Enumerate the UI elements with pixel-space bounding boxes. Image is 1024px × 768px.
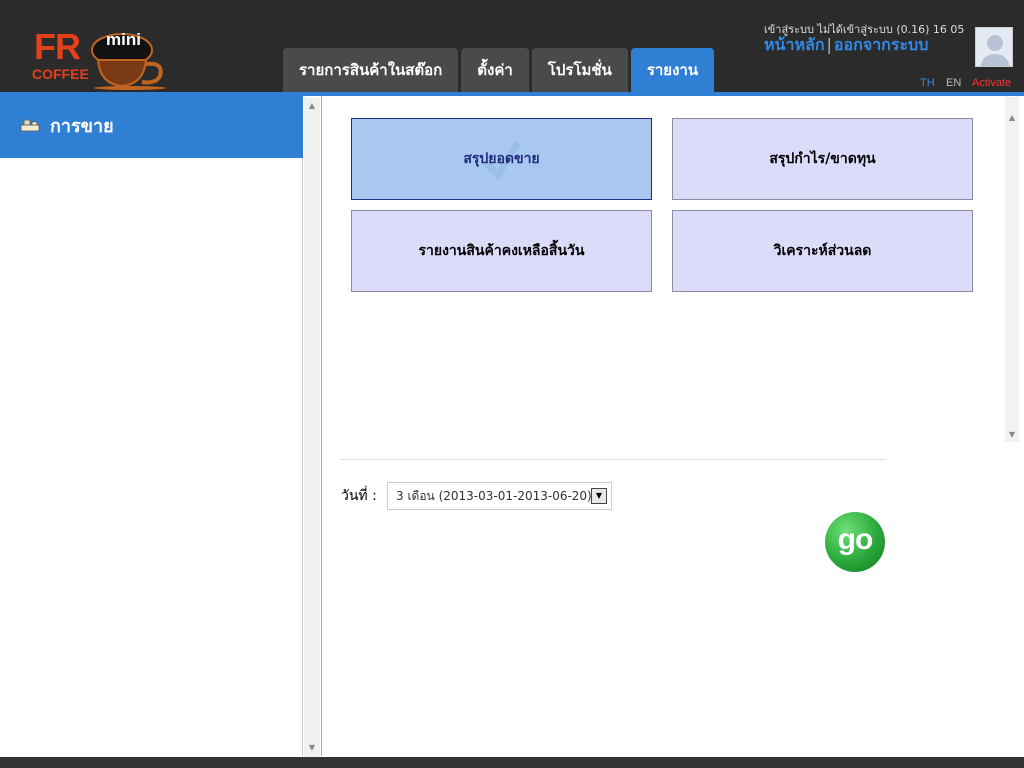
report-button-label: รายงานสินค้าคงเหลือสิ้นวัน: [418, 243, 585, 259]
tab-promotions[interactable]: โปรโมชั่น: [531, 48, 628, 92]
activate-link[interactable]: Activate: [972, 77, 1011, 89]
scroll-up-icon[interactable]: ▲: [304, 99, 320, 113]
scroll-down-icon[interactable]: ▼: [304, 741, 320, 755]
sidebar-item-sales[interactable]: การขาย: [0, 96, 303, 158]
date-range-select[interactable]: 3 เดือน (2013-03-01-2013-06-20) ▼: [387, 482, 612, 510]
main-tabs: รายการสินค้าในสต๊อก ตั้งค่า โปรโมชั่น รา…: [283, 48, 715, 92]
user-avatar-icon: [976, 28, 1012, 66]
logo-text: FR: [34, 26, 81, 67]
sidebar-scrollbar[interactable]: ▲ ▼: [304, 97, 320, 757]
report-button-label: สรุปยอดขาย: [463, 151, 540, 167]
report-button-label: วิเคราะห์ส่วนลด: [773, 243, 872, 259]
report-profit-loss-button[interactable]: สรุปกำไร/ขาดทุน: [672, 118, 973, 200]
report-end-of-day-stock-button[interactable]: รายงานสินค้าคงเหลือสิ้นวัน: [351, 210, 652, 292]
sidebar: การขาย: [0, 96, 303, 756]
tab-reports[interactable]: รายงาน: [630, 48, 715, 92]
nav-separator: |: [826, 35, 832, 54]
scroll-down-icon[interactable]: ▼: [1005, 428, 1019, 442]
lang-th-button[interactable]: TH: [920, 77, 935, 89]
main-scrollbar[interactable]: ▲ ▼: [1005, 97, 1019, 442]
date-label: วันที่ :: [341, 488, 377, 504]
tab-stock-items[interactable]: รายการสินค้าในสต๊อก: [283, 48, 459, 92]
report-sales-summary-button[interactable]: สรุปยอดขาย: [351, 118, 652, 200]
scroll-up-icon[interactable]: ▲: [1005, 111, 1019, 125]
tab-settings[interactable]: ตั้งค่า: [461, 48, 529, 92]
logout-link[interactable]: ออกจากระบบ: [834, 35, 928, 54]
date-range-value: 3 เดือน (2013-03-01-2013-06-20): [396, 489, 592, 503]
logo-mini-text: mini: [106, 30, 141, 49]
chevron-down-icon[interactable]: ▼: [591, 488, 607, 504]
sidebar-item-label: การขาย: [50, 116, 114, 137]
app-logo[interactable]: FR mini COFFEE: [28, 24, 173, 90]
go-button[interactable]: go: [825, 512, 885, 572]
bottom-bar: [0, 757, 1024, 768]
lang-en-button[interactable]: EN: [946, 77, 961, 89]
header-nav: หน้าหลัก | ออกจากระบบ: [764, 33, 928, 58]
report-button-label: สรุปกำไร/ขาดทุน: [769, 151, 876, 167]
top-bar: FR mini COFFEE รายการสินค้าในสต๊อก ตั้งค…: [0, 0, 1024, 92]
avatar[interactable]: [975, 27, 1013, 67]
logo-subtext: COFFEE: [32, 66, 89, 82]
report-discount-analysis-button[interactable]: วิเคราะห์ส่วนลด: [672, 210, 973, 292]
sales-icon: [20, 119, 40, 132]
home-link[interactable]: หน้าหลัก: [764, 35, 825, 54]
divider: [340, 459, 886, 460]
